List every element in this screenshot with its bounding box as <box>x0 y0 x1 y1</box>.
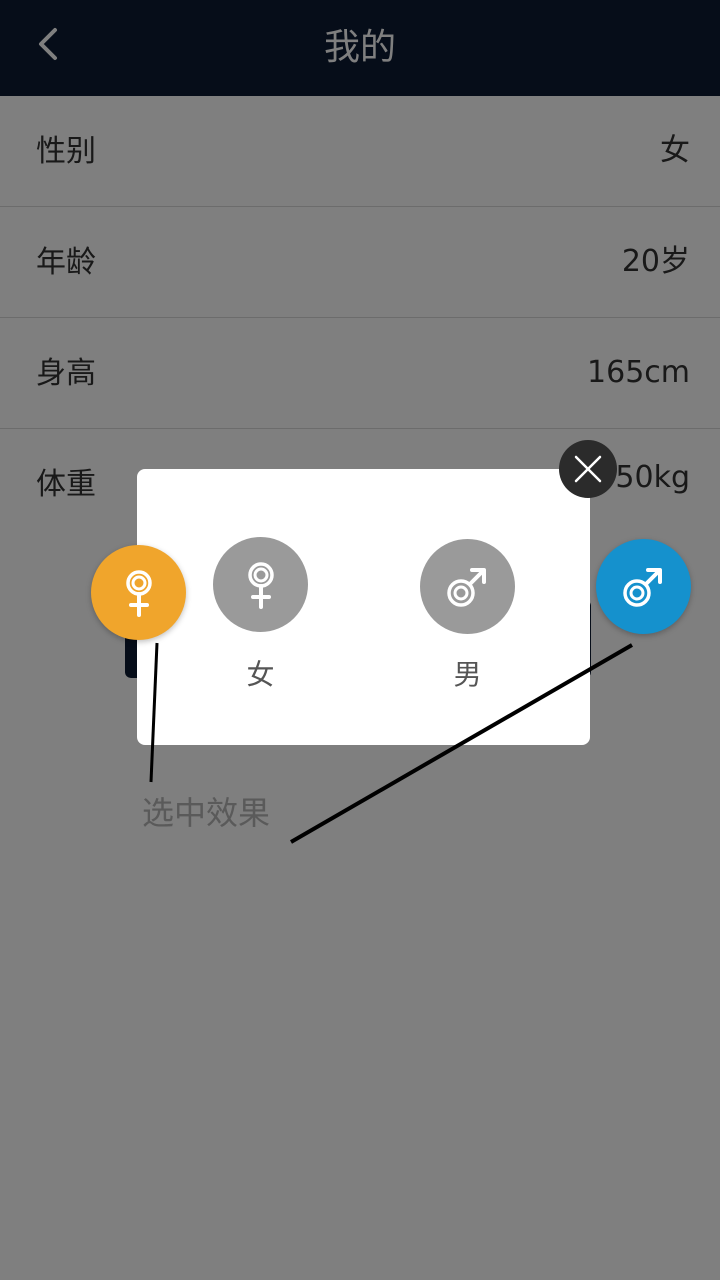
male-icon <box>622 567 662 607</box>
male-icon <box>446 567 486 607</box>
close-icon <box>574 455 602 483</box>
female-icon <box>125 569 152 617</box>
female-icon <box>247 561 274 609</box>
male-selected-preview <box>596 539 691 634</box>
female-option-label[interactable]: 女 <box>213 653 308 693</box>
male-option-button[interactable] <box>420 539 515 634</box>
female-selected-preview <box>91 545 186 640</box>
male-option-label[interactable]: 男 <box>420 653 515 693</box>
close-button[interactable] <box>559 440 617 498</box>
annotation-text: 选中效果 <box>142 794 271 832</box>
female-option-button[interactable] <box>213 537 308 632</box>
gender-dialog: 女 男 <box>137 469 590 745</box>
